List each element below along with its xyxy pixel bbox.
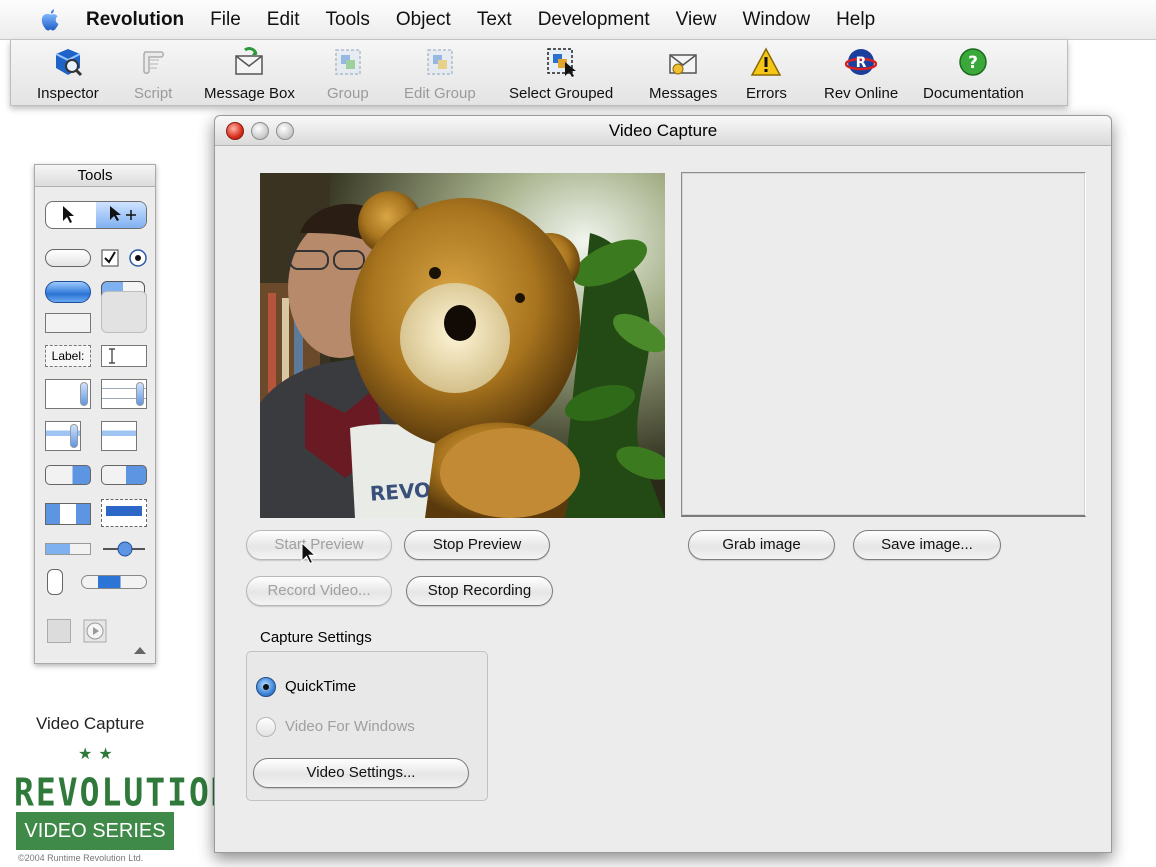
window-titlebar[interactable]: Video Capture bbox=[215, 116, 1111, 146]
quicktime-radio-label: QuickTime bbox=[285, 678, 357, 695]
option-menu-tool[interactable] bbox=[101, 465, 147, 485]
video-capture-window: Video Capture Start Preview Stop Preview… bbox=[214, 115, 1112, 853]
pointer-move-icon bbox=[110, 206, 136, 221]
video-series-badge: VIDEO SERIES bbox=[16, 812, 174, 850]
combo-box-tool[interactable] bbox=[45, 503, 91, 525]
menu-tools[interactable]: Tools bbox=[313, 0, 383, 40]
text-cursor-icon bbox=[109, 348, 115, 364]
svg-text:R: R bbox=[856, 55, 867, 71]
group-button[interactable]: Group bbox=[327, 46, 369, 102]
scrolling-list-tool[interactable] bbox=[45, 421, 81, 451]
errors-warning-icon bbox=[751, 47, 782, 76]
errors-button[interactable]: Errors bbox=[746, 46, 787, 102]
message-box-button[interactable]: Message Box bbox=[204, 46, 295, 102]
tools-palette-title: Tools bbox=[35, 165, 155, 187]
message-box-icon bbox=[235, 47, 264, 75]
menu-window[interactable]: Window bbox=[729, 0, 823, 40]
menu-help[interactable]: Help bbox=[823, 0, 888, 40]
scrollbar-tool[interactable] bbox=[81, 575, 147, 589]
text-field-tool[interactable] bbox=[101, 345, 147, 367]
window-title: Video Capture bbox=[608, 121, 718, 140]
menu-view[interactable]: View bbox=[663, 0, 730, 40]
revolution-logo-text: REVOLUTION bbox=[14, 770, 233, 815]
radio-tool-icon[interactable] bbox=[129, 249, 147, 267]
messages-button[interactable]: Messages bbox=[649, 46, 717, 102]
menu-edit[interactable]: Edit bbox=[254, 0, 313, 40]
apple-menu-icon[interactable] bbox=[38, 7, 62, 33]
list-field-tool[interactable] bbox=[101, 421, 137, 451]
script-icon bbox=[143, 51, 165, 74]
menu-file[interactable]: File bbox=[197, 0, 254, 40]
progress-bar-tool[interactable] bbox=[45, 543, 91, 555]
rev-online-icon: R bbox=[845, 49, 878, 75]
video-preview-area: REVOLUTION bbox=[260, 173, 665, 518]
group-box-tool[interactable] bbox=[101, 291, 147, 333]
stop-recording-button[interactable]: Stop Recording bbox=[406, 576, 553, 606]
menu-development[interactable]: Development bbox=[525, 0, 663, 40]
browse-tool-icon[interactable] bbox=[61, 205, 77, 225]
grab-image-button[interactable]: Grab image bbox=[688, 530, 835, 560]
toolbar: Inspector Script Message Box Group Edit … bbox=[10, 40, 1068, 106]
little-arrows-tool[interactable] bbox=[47, 569, 63, 595]
quicktime-radio[interactable] bbox=[256, 677, 276, 697]
player-tool-icon[interactable] bbox=[83, 619, 107, 643]
select-grouped-icon bbox=[547, 48, 577, 77]
rectangle-button-tool[interactable] bbox=[45, 313, 91, 333]
menu-app-revolution[interactable]: Revolution bbox=[86, 0, 197, 40]
inspector-icon bbox=[55, 49, 82, 77]
start-preview-button[interactable]: Start Preview bbox=[246, 530, 392, 560]
rev-online-button[interactable]: R Rev Online bbox=[824, 46, 898, 102]
popup-menu-tool[interactable] bbox=[45, 465, 91, 485]
pulldown-menu-tool[interactable] bbox=[101, 499, 147, 527]
svg-text:?: ? bbox=[969, 53, 979, 73]
group-icon bbox=[335, 49, 361, 75]
brand-stars: ★★ bbox=[78, 746, 119, 763]
copyright-text: ©2004 Runtime Revolution Ltd. bbox=[18, 853, 144, 863]
tools-palette: Tools Label: bbox=[34, 164, 156, 664]
stop-preview-button[interactable]: Stop Preview bbox=[404, 530, 550, 560]
table-field-tool[interactable] bbox=[101, 379, 147, 409]
menu-text[interactable]: Text bbox=[464, 0, 525, 40]
script-button[interactable]: Script bbox=[134, 46, 172, 102]
documentation-button[interactable]: ? Documentation bbox=[923, 46, 1024, 102]
select-grouped-button[interactable]: Select Grouped bbox=[509, 46, 613, 102]
edit-group-button[interactable]: Edit Group bbox=[404, 46, 476, 102]
brand-title: Video Capture bbox=[36, 714, 145, 733]
save-image-button[interactable]: Save image... bbox=[853, 530, 1001, 560]
mouse-pointer-cursor-icon bbox=[301, 542, 317, 565]
edit-group-icon bbox=[427, 49, 453, 75]
webcam-frame-image: REVOLUTION bbox=[260, 173, 665, 518]
menu-object[interactable]: Object bbox=[383, 0, 464, 40]
checkbox-tool-icon[interactable] bbox=[101, 249, 119, 267]
pointer-tool[interactable] bbox=[96, 202, 146, 228]
default-button-tool[interactable] bbox=[45, 281, 91, 303]
slider-tool-icon[interactable] bbox=[101, 539, 147, 559]
inspector-button[interactable]: Inspector bbox=[37, 46, 99, 102]
video-for-windows-radio-label: Video For Windows bbox=[285, 718, 415, 735]
capture-settings-group: QuickTime Video For Windows Video Settin… bbox=[246, 651, 488, 801]
messages-icon bbox=[669, 54, 697, 75]
record-video-button[interactable]: Record Video... bbox=[246, 576, 392, 606]
documentation-help-icon: ? bbox=[959, 48, 988, 76]
grabbed-image-well bbox=[681, 172, 1086, 517]
menu-bar: Revolution File Edit Tools Object Text D… bbox=[0, 0, 1156, 40]
palette-collapse-triangle-icon[interactable] bbox=[133, 645, 147, 655]
scrolling-field-tool[interactable] bbox=[45, 379, 91, 409]
label-tool[interactable]: Label: bbox=[45, 345, 91, 367]
button-tool[interactable] bbox=[45, 249, 91, 267]
capture-settings-label: Capture Settings bbox=[260, 629, 372, 646]
image-tool-icon[interactable] bbox=[47, 619, 71, 643]
video-settings-button[interactable]: Video Settings... bbox=[253, 758, 469, 788]
video-for-windows-radio[interactable] bbox=[256, 717, 276, 737]
